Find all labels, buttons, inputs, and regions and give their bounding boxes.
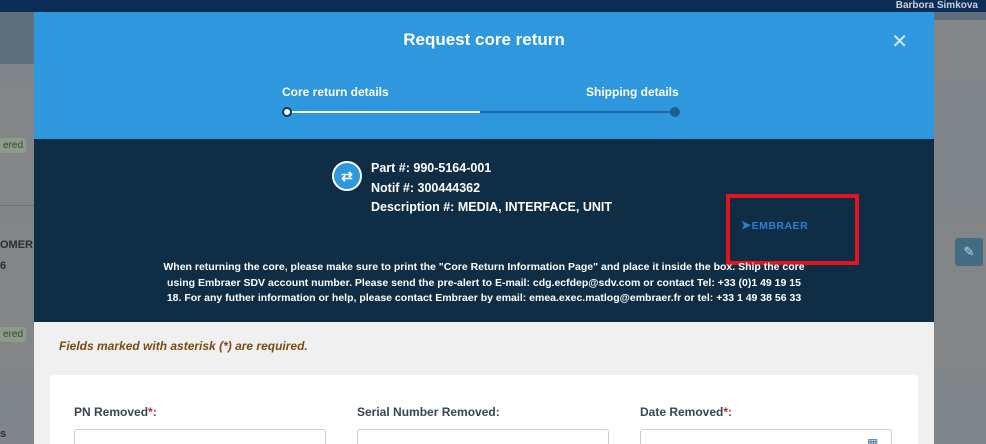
pn-removed-label-text: PN Removed bbox=[74, 405, 149, 419]
background-row bbox=[934, 20, 986, 78]
row-text: s bbox=[0, 428, 7, 440]
serial-removed-input[interactable] bbox=[357, 429, 609, 444]
app-topbar bbox=[0, 0, 986, 12]
pencil-icon[interactable]: ✎ bbox=[955, 238, 983, 266]
stepper-progress-done bbox=[287, 111, 480, 113]
modal-header: Request core return ✕ Core return detail… bbox=[34, 12, 934, 139]
step-dot-pending[interactable] bbox=[670, 107, 680, 117]
swap-icon: ⇄ bbox=[332, 161, 362, 191]
row-text: 6 bbox=[0, 260, 7, 272]
step-core-return-details[interactable]: Core return details bbox=[282, 85, 389, 99]
pn-removed-label: PN Removed*: bbox=[74, 405, 157, 419]
status-badge: ered bbox=[0, 138, 27, 153]
shipping-notice: When returning the core, please make sur… bbox=[114, 260, 854, 307]
close-icon[interactable]: ✕ bbox=[891, 32, 908, 52]
request-core-return-modal: Request core return ✕ Core return detail… bbox=[34, 12, 934, 444]
divider bbox=[0, 205, 34, 206]
notif-number: Notif #: 300444362 bbox=[371, 180, 481, 195]
date-removed-input[interactable] bbox=[640, 429, 892, 444]
part-number: Part #: 990-5164-001 bbox=[371, 161, 492, 175]
step-shipping-details[interactable]: Shipping details bbox=[586, 85, 679, 99]
user-name[interactable]: Barbora Simkova bbox=[896, 0, 978, 12]
required-fields-note: Fields marked with asterisk (*) are requ… bbox=[59, 339, 308, 353]
required-star: *: bbox=[723, 405, 733, 419]
serial-removed-label: Serial Number Removed: bbox=[357, 405, 500, 419]
pn-removed-input[interactable] bbox=[74, 429, 326, 444]
stepper-progress-pending bbox=[480, 111, 675, 113]
date-removed-label-text: Date Removed bbox=[640, 405, 724, 419]
part-info-panel: ⇄ Part #: 990-5164-001 Notif #: 30044436… bbox=[34, 139, 934, 322]
notice-line: 18. For any futher information or help, … bbox=[166, 292, 802, 304]
notice-line: When returning the core, please make sur… bbox=[163, 261, 805, 273]
part-description: Description #: MEDIA, INTERFACE, UNIT bbox=[371, 200, 612, 214]
part-details: Part #: 990-5164-001 Notif #: 300444362 … bbox=[371, 159, 612, 218]
highlight-box bbox=[726, 194, 859, 265]
required-star: *: bbox=[148, 405, 157, 419]
date-removed-label: Date Removed*: bbox=[640, 405, 732, 419]
modal-title: Request core return bbox=[403, 30, 565, 49]
calendar-icon[interactable]: ▦ bbox=[867, 436, 878, 444]
row-text: OMER bbox=[0, 239, 33, 251]
status-badge: ered bbox=[0, 327, 27, 342]
notice-line: using Embraer SDV account number. Please… bbox=[167, 276, 801, 289]
step-dot-active[interactable] bbox=[282, 107, 292, 117]
